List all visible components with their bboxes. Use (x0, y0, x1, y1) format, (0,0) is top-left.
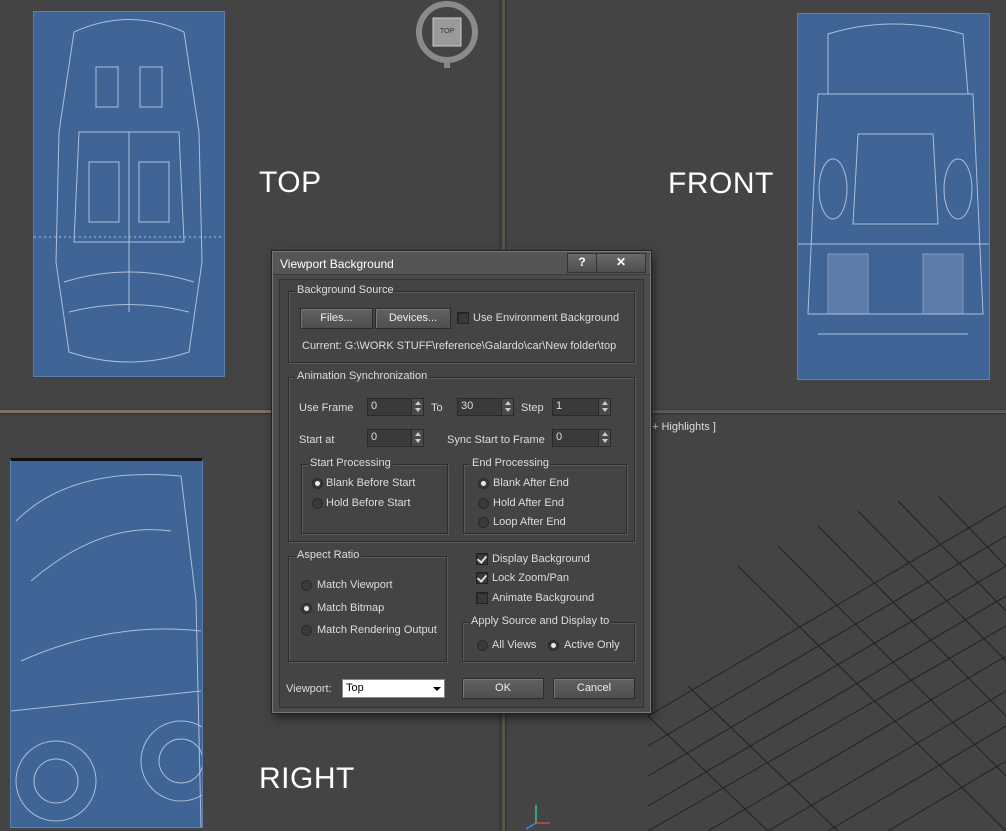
perspective-label[interactable]: + Highlights ] (652, 421, 716, 433)
start-at-value: 0 (371, 431, 378, 443)
viewcube[interactable]: TOP (414, 0, 480, 72)
start-processing-label: Start Processing (308, 457, 393, 469)
files-button[interactable]: Files... (300, 308, 373, 329)
match-viewport-radio[interactable] (301, 580, 312, 591)
cancel-button[interactable]: Cancel (553, 678, 635, 699)
sync-start-spinner-arrows-icon[interactable] (598, 430, 610, 446)
use-frame-spinner[interactable]: 0 (367, 398, 424, 416)
current-path-text: Current: G:\WORK STUFF\reference\Galardo… (302, 340, 617, 352)
viewport-select-value: Top (346, 682, 364, 694)
to-spinner[interactable]: 30 (457, 398, 514, 416)
use-environment-background-checkbox[interactable] (457, 312, 469, 324)
step-spinner-arrows-icon[interactable] (598, 399, 610, 415)
blank-after-end-label: Blank After End (493, 477, 569, 489)
match-bitmap-radio[interactable] (301, 603, 312, 614)
axis-tripod-icon (525, 805, 550, 830)
blank-after-end-radio[interactable] (478, 478, 489, 489)
end-processing-label: End Processing (470, 457, 552, 469)
top-viewport-label: TOP (259, 166, 322, 199)
animate-background-checkbox[interactable] (476, 592, 488, 604)
start-processing-group: Start Processing Blank Before Start Hold… (301, 457, 448, 534)
step-value: 1 (556, 400, 563, 412)
active-only-label: Active Only (564, 639, 620, 651)
sync-start-value: 0 (556, 431, 563, 443)
hold-after-end-radio[interactable] (478, 498, 489, 509)
to-spinner-arrows-icon[interactable] (501, 399, 513, 415)
close-button[interactable]: ✕ (596, 253, 646, 273)
start-at-spinner[interactable]: 0 (367, 429, 424, 447)
use-environment-background-label: Use Environment Background (473, 312, 620, 324)
step-label: Step (521, 402, 544, 414)
viewport-select-label: Viewport: (286, 683, 332, 695)
top-blueprint-image (33, 11, 225, 377)
use-frame-label: Use Frame (299, 402, 354, 414)
sync-start-spinner[interactable]: 0 (552, 429, 611, 447)
use-frame-value: 0 (371, 400, 378, 412)
car-front-sketch (798, 23, 989, 335)
background-source-group: Background Source Files... Devices... Us… (288, 284, 635, 363)
start-at-label: Start at (299, 434, 335, 446)
match-bitmap-label: Match Bitmap (317, 602, 385, 614)
help-button[interactable]: ? (567, 253, 597, 273)
aspect-ratio-label: Aspect Ratio (295, 549, 362, 561)
sync-start-label: Sync Start to Frame (447, 434, 545, 446)
loop-after-end-radio[interactable] (478, 517, 489, 528)
to-value: 30 (461, 400, 474, 412)
step-spinner[interactable]: 1 (552, 398, 611, 416)
ok-button[interactable]: OK (462, 678, 544, 699)
dialog-body: Background Source Files... Devices... Us… (279, 279, 644, 708)
chevron-down-icon[interactable] (429, 681, 443, 696)
animate-background-label: Animate Background (492, 592, 595, 604)
active-only-radio[interactable] (548, 640, 559, 651)
match-rendering-output-radio[interactable] (301, 625, 312, 636)
loop-after-end-label: Loop After End (493, 516, 566, 528)
apply-source-label: Apply Source and Display to (469, 615, 612, 627)
background-source-label: Background Source (295, 284, 396, 296)
right-blueprint-image (10, 458, 203, 828)
blank-before-start-label: Blank Before Start (326, 477, 416, 489)
dialog-title: Viewport Background (280, 257, 394, 271)
to-label: To (431, 402, 443, 414)
end-processing-group: End Processing Blank After End Hold Afte… (463, 457, 627, 534)
display-background-checkbox[interactable] (476, 553, 488, 565)
viewport-background-dialog: Viewport Background ? ✕ Background Sourc… (272, 251, 651, 713)
apply-source-group: Apply Source and Display to All Views Ac… (462, 615, 635, 662)
front-viewport-label: FRONT (668, 167, 774, 200)
use-frame-spinner-arrows-icon[interactable] (411, 399, 423, 415)
hold-before-start-radio[interactable] (312, 498, 323, 509)
match-rendering-output-label: Match Rendering Output (317, 624, 437, 636)
animation-sync-label: Animation Synchronization (295, 370, 430, 382)
viewcube-label: TOP (440, 28, 455, 35)
match-viewport-label: Match Viewport (317, 579, 393, 591)
right-viewport-label: RIGHT (259, 762, 355, 795)
car-top-sketch (34, 19, 224, 363)
dialog-titlebar[interactable]: Viewport Background ? ✕ (273, 252, 650, 275)
hold-after-end-label: Hold After End (493, 497, 564, 509)
car-side-sketch (11, 473, 202, 827)
lock-zoom-pan-label: Lock Zoom/Pan (492, 572, 570, 584)
all-views-radio[interactable] (477, 640, 488, 651)
all-views-label: All Views (492, 639, 537, 651)
devices-button[interactable]: Devices... (375, 308, 451, 329)
start-at-spinner-arrows-icon[interactable] (411, 430, 423, 446)
display-background-label: Display Background (492, 553, 590, 565)
animation-sync-group: Animation Synchronization Use Frame 0 To… (288, 370, 635, 542)
hold-before-start-label: Hold Before Start (326, 497, 411, 509)
aspect-ratio-group: Aspect Ratio Match Viewport Match Bitmap… (288, 549, 447, 662)
blank-before-start-radio[interactable] (312, 478, 323, 489)
front-blueprint-image (797, 13, 990, 380)
viewport-select[interactable]: Top (342, 679, 445, 698)
lock-zoom-pan-checkbox[interactable] (476, 572, 488, 584)
